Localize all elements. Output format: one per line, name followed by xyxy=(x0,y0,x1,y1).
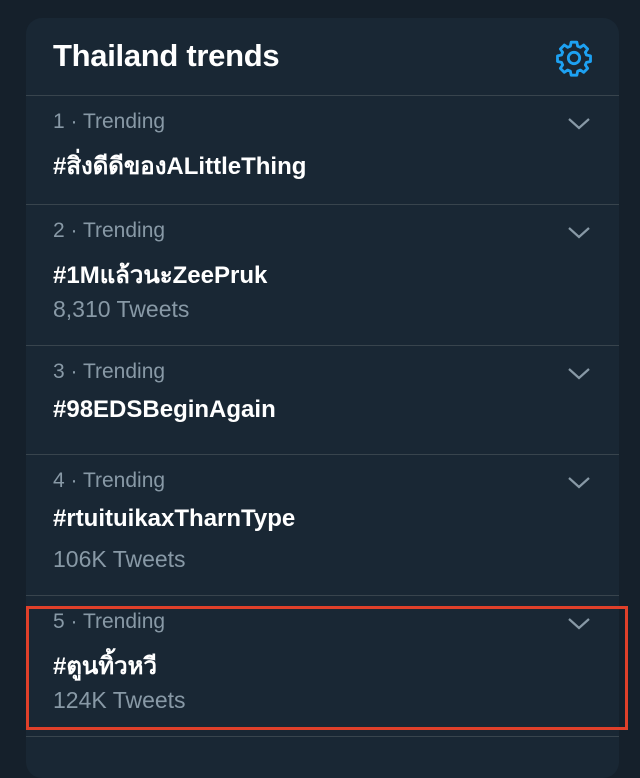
trends-title: Thailand trends xyxy=(53,38,280,73)
chevron-down-icon[interactable] xyxy=(566,114,592,134)
trend-item-4[interactable]: 4 · Trending #rtuituikaxTharnType 106K T… xyxy=(26,455,619,596)
gear-icon[interactable] xyxy=(554,38,594,78)
chevron-down-icon[interactable] xyxy=(566,223,592,243)
trend-name[interactable]: #1Mแล้วนะZeePruk xyxy=(53,255,267,294)
trend-item-5[interactable]: 5 · Trending #ตูนทิ้วหวี 124K Tweets xyxy=(26,596,619,737)
trend-item-3[interactable]: 3 · Trending #98EDSBeginAgain xyxy=(26,346,619,455)
trend-name[interactable]: #98EDSBeginAgain xyxy=(53,396,276,424)
trends-header: Thailand trends xyxy=(26,18,619,96)
trend-meta: 5 · Trending xyxy=(53,610,166,633)
trend-meta: 3 · Trending xyxy=(53,360,166,383)
chevron-down-icon[interactable] xyxy=(566,473,592,493)
trend-meta: 2 · Trending xyxy=(53,219,166,242)
trend-meta: 4 · Trending xyxy=(53,469,166,492)
trend-name[interactable]: #rtuituikaxTharnType xyxy=(53,505,295,533)
trends-panel: Thailand trends 1 · Trending #สิ่งดีดีขอ… xyxy=(26,18,619,778)
trend-item-1[interactable]: 1 · Trending #สิ่งดีดีของALittleThing xyxy=(26,96,619,205)
chevron-down-icon[interactable] xyxy=(566,364,592,384)
tweet-count: 8,310 Tweets xyxy=(53,296,190,322)
trend-name[interactable]: #สิ่งดีดีของALittleThing xyxy=(53,146,306,185)
trend-name[interactable]: #ตูนทิ้วหวี xyxy=(53,646,157,685)
trend-meta: 1 · Trending xyxy=(53,110,166,133)
chevron-down-icon[interactable] xyxy=(566,614,592,634)
tweet-count: 106K Tweets xyxy=(53,546,186,572)
trend-item-2[interactable]: 2 · Trending #1Mแล้วนะZeePruk 8,310 Twee… xyxy=(26,205,619,346)
tweet-count: 124K Tweets xyxy=(53,687,186,713)
